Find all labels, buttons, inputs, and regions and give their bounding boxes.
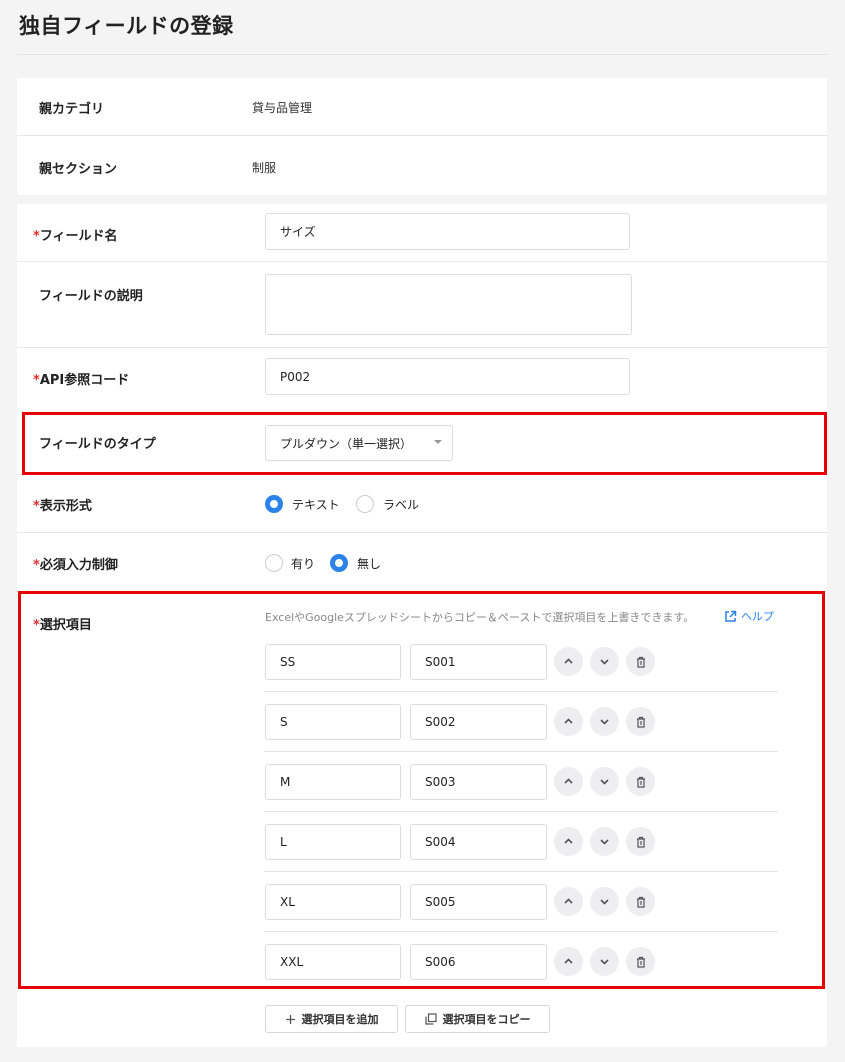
copy-icon [424, 1013, 437, 1025]
api-code-label: *API参照コード [33, 369, 129, 388]
display-format-label: *表示形式 [33, 495, 92, 514]
add-choice-button[interactable]: 選択項目を追加 [265, 1005, 398, 1033]
copy-choices-label: 選択項目をコピー [442, 1013, 531, 1026]
add-choice-label: 選択項目を追加 [301, 1013, 379, 1026]
parent-section-value: 制服 [252, 161, 277, 175]
required-no-label[interactable]: 無し [357, 555, 381, 572]
parent-info-card: 親カテゴリ 貸与品管理 親セクション 制服 [17, 78, 827, 195]
required-mark: * [33, 373, 40, 388]
field-name-label-text: フィールド名 [39, 229, 118, 244]
copy-choices-button[interactable]: 選択項目をコピー [405, 1005, 550, 1033]
row-divider [17, 347, 827, 348]
api-code-input[interactable]: P002 [265, 358, 630, 395]
required-yes-radio[interactable] [265, 554, 283, 572]
api-code-label-text: API参照コード [39, 373, 130, 388]
parent-category-value: 貸与品管理 [252, 101, 313, 115]
display-format-label-label[interactable]: ラベル [383, 496, 419, 513]
required-control-label: *必須入力制御 [33, 554, 118, 573]
page-title: 独自フィールドの登録 [19, 14, 234, 38]
required-control-label-text: 必須入力制御 [39, 558, 118, 573]
row-divider [17, 261, 827, 262]
plus-icon [285, 1014, 295, 1024]
display-format-label-radio[interactable] [356, 495, 374, 513]
required-no-radio[interactable] [330, 554, 348, 572]
parent-section-label: 親セクション [39, 162, 118, 177]
field-name-input[interactable]: サイズ [265, 213, 630, 250]
required-mark: * [33, 499, 40, 514]
row-divider [17, 135, 827, 136]
display-format-text-radio[interactable] [265, 495, 283, 513]
title-divider [17, 54, 828, 55]
highlight-field-type [22, 412, 827, 475]
description-label: フィールドの説明 [39, 289, 143, 304]
highlight-choices [18, 591, 825, 989]
display-format-label-text: 表示形式 [39, 499, 92, 514]
required-mark: * [33, 558, 40, 573]
row-divider [17, 532, 827, 533]
display-format-text-label[interactable]: テキスト [292, 496, 340, 513]
parent-category-label: 親カテゴリ [39, 102, 105, 117]
required-yes-label[interactable]: 有り [291, 555, 315, 572]
required-mark: * [33, 229, 40, 244]
field-name-label: *フィールド名 [33, 225, 118, 244]
description-textarea[interactable] [265, 274, 632, 335]
